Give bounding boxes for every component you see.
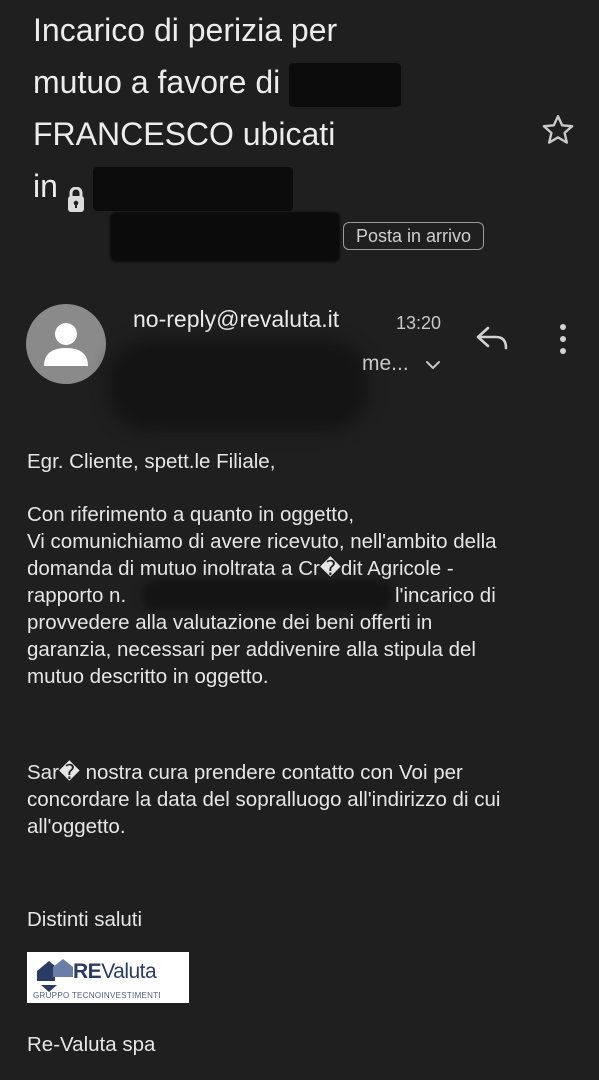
logo-wordmark: REValuta [73,960,157,984]
person-icon [44,323,88,366]
body-line: domanda di mutuo inoltrata a Cr�dit Agri… [27,557,454,580]
revaluta-logo: REValuta GRUPPO TECNOINVESTIMENTI [27,952,189,1003]
more-vert-icon[interactable] [549,322,577,356]
redacted-recipient [108,340,368,430]
logo-wordmark-bold: RE [73,960,102,983]
body-line: rapporto n. [27,584,127,607]
subject-line-2-text: mutuo a favore di [33,64,281,100]
subject-line-3: FRANCESCO ubicati [33,116,336,152]
body-line: Sar� nostra cura prendere contatto con V… [27,761,463,784]
body-line: provvedere alla valutazione dei beni off… [27,611,433,634]
body-line: l'incarico di [395,584,496,607]
body-line: all'oggetto. [27,815,126,838]
logo-tagline: GRUPPO TECNOINVESTIMENTI [33,991,161,1000]
redacted-name [289,62,402,107]
chevron-down-icon[interactable] [424,356,442,374]
email-subject: Incarico di perizia per mutuo a favore d… [33,4,503,212]
reply-icon[interactable] [474,322,510,354]
closing-text: Distinti saluti [27,908,143,931]
body-line: Vi comunichiamo di avere ricevuto, nell'… [27,530,497,553]
sender-address[interactable]: no-reply@revaluta.it [133,306,339,333]
redacted-location [92,166,293,211]
lock-icon [67,176,85,212]
greeting-text: Egr. Cliente, spett.le Filiale, [27,450,276,473]
body-line: mutuo descritto in oggetto. [27,665,269,688]
subject-line-4: in [33,160,503,212]
logo-wordmark-light: Valuta [101,960,157,983]
body-line: concordare la data del sopralluogo all'i… [27,788,501,811]
subject-line-2: mutuo a favore di [33,56,503,108]
recipient-summary[interactable]: me... [362,352,409,376]
star-icon[interactable] [540,112,576,148]
body-line: Con riferimento a quanto in oggetto, [27,503,355,526]
redacted-account-number [142,580,392,610]
inbox-label-chip[interactable]: Posta in arrivo [343,222,485,250]
signature-text: Re-Valuta spa [27,1033,156,1056]
subject-line-4-text: in [33,168,58,204]
subject-line-1: Incarico di perizia per [33,12,338,48]
body-line: garanzia, necessari per addivenire alla … [27,638,476,661]
redacted-subject-tail [110,212,340,262]
avatar[interactable] [26,304,106,384]
received-time: 13:20 [396,313,442,333]
